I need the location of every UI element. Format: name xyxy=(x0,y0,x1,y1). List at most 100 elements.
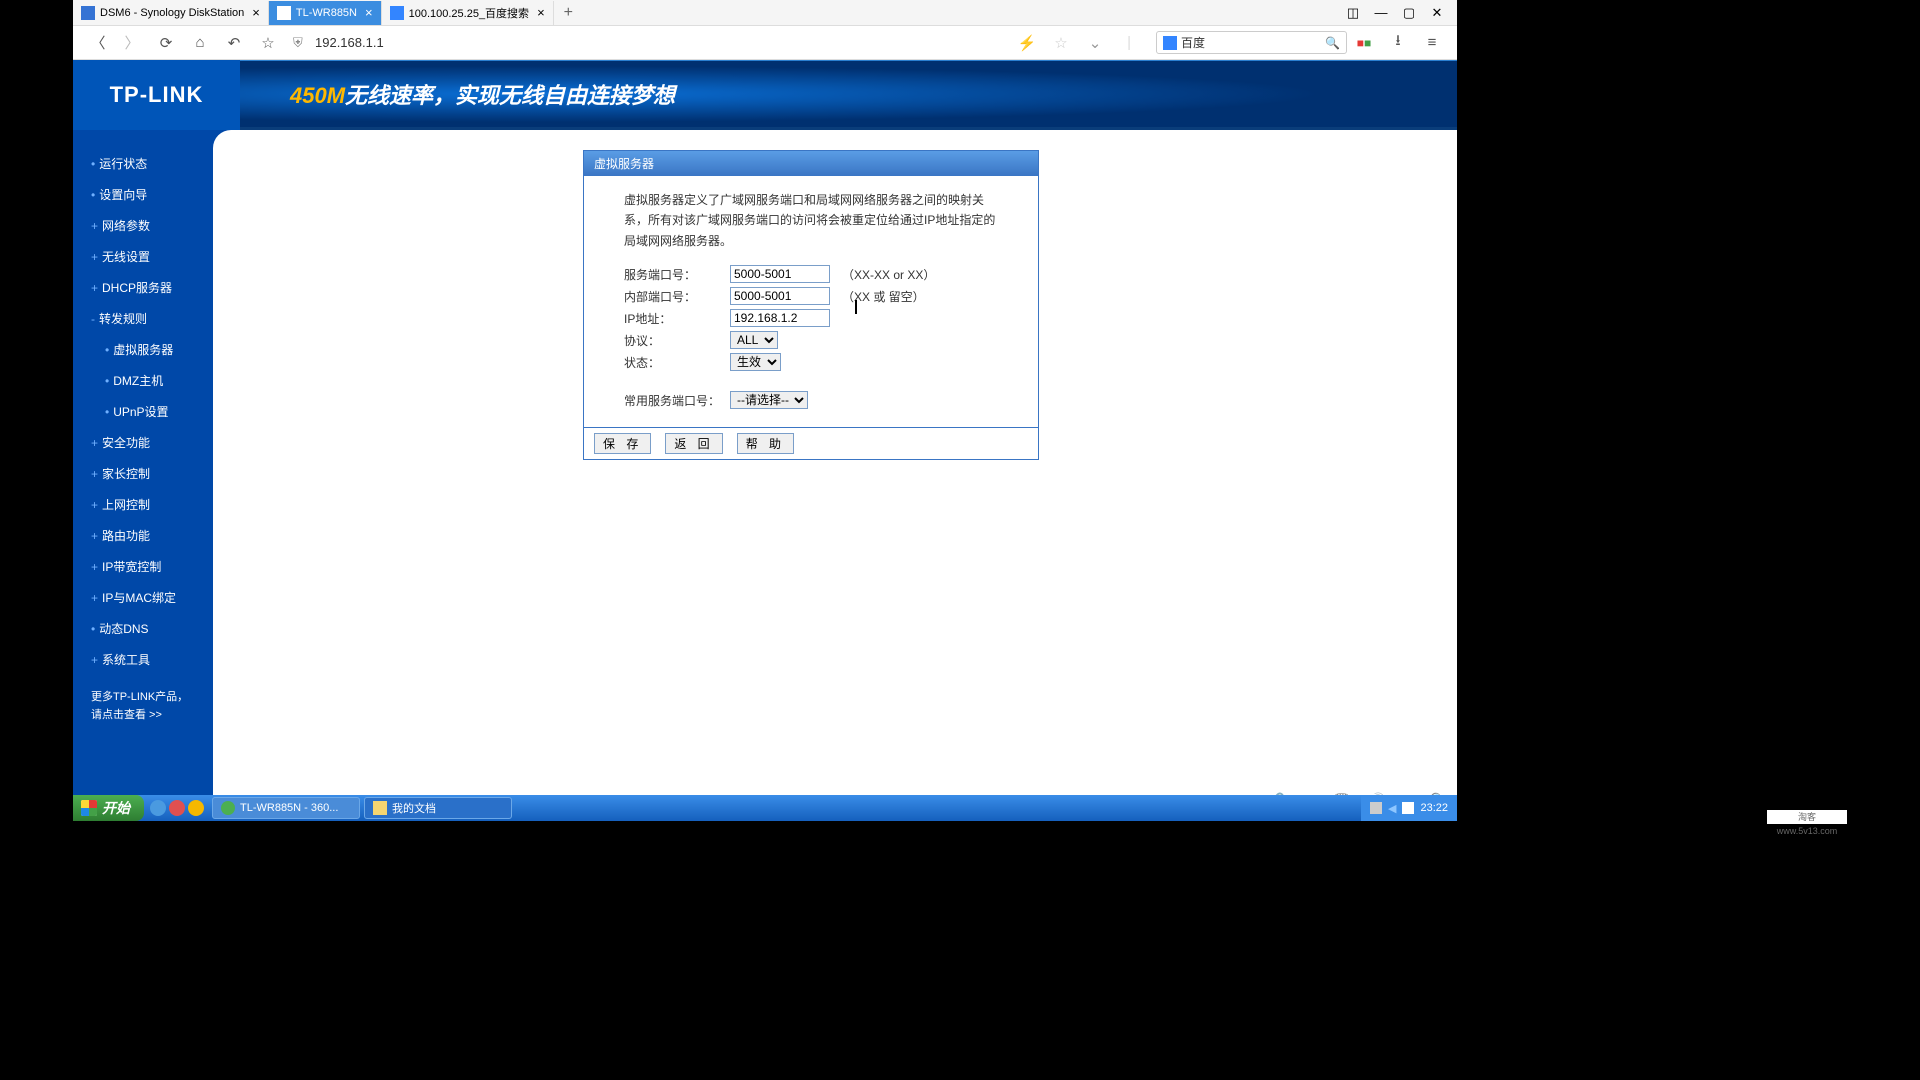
clock[interactable]: 23:22 xyxy=(1420,802,1448,814)
sidebar-nav: •运行状态 •设置向导 +网络参数 +无线设置 +DHCP服务器 -转发规则 •… xyxy=(73,130,203,815)
undo-button[interactable]: ↶ xyxy=(223,32,245,54)
tab-label: DSM6 - Synology DiskStation xyxy=(100,7,244,19)
sidebar-item-upnp[interactable]: •UPnP设置 xyxy=(73,396,203,427)
sidebar-item-network[interactable]: +网络参数 xyxy=(73,210,203,241)
ip-label: IP地址： xyxy=(624,310,730,327)
logo-text: TP-LINK xyxy=(110,82,204,108)
folder-icon xyxy=(373,801,387,815)
sidebar-more-link[interactable]: 更多TP-LINK产品，请点击查看 >> xyxy=(73,675,203,728)
flash-icon[interactable]: ⚡ xyxy=(1016,32,1038,54)
system-tray: ◀ 23:22 xyxy=(1361,795,1457,821)
sidebar-item-dhcp[interactable]: +DHCP服务器 xyxy=(73,272,203,303)
common-port-select[interactable]: --请选择-- xyxy=(730,391,808,409)
dropdown-icon[interactable]: ⌄ xyxy=(1084,32,1106,54)
sidebar-item-access[interactable]: +上网控制 xyxy=(73,489,203,520)
app-icon xyxy=(221,801,235,815)
form-title: 虚拟服务器 xyxy=(584,151,1038,176)
back-button[interactable]: 返 回 xyxy=(665,433,722,454)
tray-icon[interactable] xyxy=(1370,802,1382,814)
new-tab-button[interactable]: + xyxy=(554,4,583,22)
watermark: 淘客 www.5v13.com xyxy=(1767,810,1847,824)
back-button[interactable]: 〈 xyxy=(87,32,109,54)
app-icon[interactable] xyxy=(169,800,185,816)
reload-button[interactable]: ⟳ xyxy=(155,32,177,54)
download-icon[interactable]: ⭳ xyxy=(1387,32,1409,54)
text-cursor xyxy=(855,300,857,314)
sidebar-item-bandwidth[interactable]: +IP带宽控制 xyxy=(73,551,203,582)
apps-icon[interactable]: ■■ xyxy=(1353,32,1375,54)
sidebar-item-ddns[interactable]: •动态DNS xyxy=(73,613,203,644)
taskbar-item-browser[interactable]: TL-WR885N - 360... xyxy=(212,797,360,819)
tab-favicon xyxy=(277,6,291,20)
status-select[interactable]: 生效 xyxy=(730,353,781,371)
banner-prefix: 450M xyxy=(290,83,345,108)
tab-dsm[interactable]: DSM6 - Synology DiskStation × xyxy=(73,1,269,25)
taskbar-item-label: 我的文档 xyxy=(392,800,436,816)
home-button[interactable]: ⌂ xyxy=(189,32,211,54)
form-description: 虚拟服务器定义了广域网服务端口和局域网网络服务器之间的映射关系，所有对该广域网服… xyxy=(624,190,1024,251)
status-label: 状态： xyxy=(624,354,730,371)
sidebar-item-parental[interactable]: +家长控制 xyxy=(73,458,203,489)
forward-button[interactable]: 〉 xyxy=(121,32,143,54)
menu-icon[interactable]: ≡ xyxy=(1421,32,1443,54)
help-button[interactable]: 帮 助 xyxy=(737,433,794,454)
sidebar-item-ipmac[interactable]: +IP与MAC绑定 xyxy=(73,582,203,613)
url-input[interactable]: ⛨ 192.168.1.1 xyxy=(293,35,993,51)
minimize-button[interactable]: — xyxy=(1367,3,1395,23)
close-icon[interactable]: × xyxy=(537,5,545,20)
sidebar-item-wireless[interactable]: +无线设置 xyxy=(73,241,203,272)
tab-favicon xyxy=(390,6,404,20)
ie-icon[interactable] xyxy=(150,800,166,816)
save-button[interactable]: 保 存 xyxy=(594,433,651,454)
internal-port-input[interactable] xyxy=(730,287,830,305)
quick-launch xyxy=(150,800,204,816)
taskbar-item-label: TL-WR885N - 360... xyxy=(240,802,338,814)
sidebar-item-wizard[interactable]: •设置向导 xyxy=(73,179,203,210)
browser-tab-bar: DSM6 - Synology DiskStation × TL-WR885N … xyxy=(73,0,1457,26)
tab-tplink[interactable]: TL-WR885N × xyxy=(269,1,382,25)
tab-favicon xyxy=(81,6,95,20)
star-icon[interactable]: ☆ xyxy=(1050,32,1072,54)
favorite-button[interactable]: ☆ xyxy=(257,32,279,54)
tab-baidu[interactable]: 100.100.25.25_百度搜索 × xyxy=(382,1,554,25)
start-button[interactable]: 开始 xyxy=(73,795,144,821)
ip-input[interactable] xyxy=(730,309,830,327)
protocol-select[interactable]: ALL xyxy=(730,331,778,349)
sidebar-item-security[interactable]: +安全功能 xyxy=(73,427,203,458)
taskbar-item-documents[interactable]: 我的文档 xyxy=(364,797,512,819)
virtual-server-form: 虚拟服务器 虚拟服务器定义了广域网服务端口和局域网网络服务器之间的映射关系，所有… xyxy=(583,150,1039,460)
shield-icon: ⛨ xyxy=(293,35,309,51)
url-text: 192.168.1.1 xyxy=(315,35,384,50)
tray-icon[interactable] xyxy=(1402,802,1414,814)
sidebar-item-dmz[interactable]: •DMZ主机 xyxy=(73,365,203,396)
windows-logo-icon xyxy=(81,800,97,816)
sidebar-item-status[interactable]: •运行状态 xyxy=(73,148,203,179)
feature-icon[interactable]: ◫ xyxy=(1339,3,1367,23)
baidu-icon xyxy=(1163,36,1177,50)
tab-label: 100.100.25.25_百度搜索 xyxy=(409,5,529,21)
banner: 450M无线速率，实现无线自由连接梦想 xyxy=(240,60,1457,130)
protocol-label: 协议： xyxy=(624,332,730,349)
close-icon[interactable]: × xyxy=(365,5,373,20)
sidebar-item-routing[interactable]: +路由功能 xyxy=(73,520,203,551)
tab-label: TL-WR885N xyxy=(296,7,357,19)
close-button[interactable]: ✕ xyxy=(1423,3,1451,23)
close-icon[interactable]: × xyxy=(252,5,260,20)
service-port-input[interactable] xyxy=(730,265,830,283)
internal-port-label: 内部端口号： xyxy=(624,288,730,305)
sidebar-item-virtual-server[interactable]: •虚拟服务器 xyxy=(73,334,203,365)
banner-text: 无线速率，实现无线自由连接梦想 xyxy=(345,83,675,108)
logo: TP-LINK xyxy=(73,60,240,130)
common-port-label: 常用服务端口号： xyxy=(624,392,730,409)
search-box[interactable]: 百度 🔍 xyxy=(1156,31,1347,54)
app-icon[interactable] xyxy=(188,800,204,816)
divider: | xyxy=(1118,32,1140,54)
start-label: 开始 xyxy=(102,798,130,818)
router-header: TP-LINK 450M无线速率，实现无线自由连接梦想 xyxy=(73,60,1457,130)
tray-icon[interactable]: ◀ xyxy=(1388,802,1396,815)
search-icon[interactable]: 🔍 xyxy=(1325,36,1340,50)
maximize-button[interactable]: ▢ xyxy=(1395,3,1423,23)
sidebar-item-system[interactable]: +系统工具 xyxy=(73,644,203,675)
sidebar-item-forwarding[interactable]: -转发规则 xyxy=(73,303,203,334)
windows-taskbar: 开始 TL-WR885N - 360... 我的文档 ◀ 23:22 xyxy=(73,795,1457,821)
